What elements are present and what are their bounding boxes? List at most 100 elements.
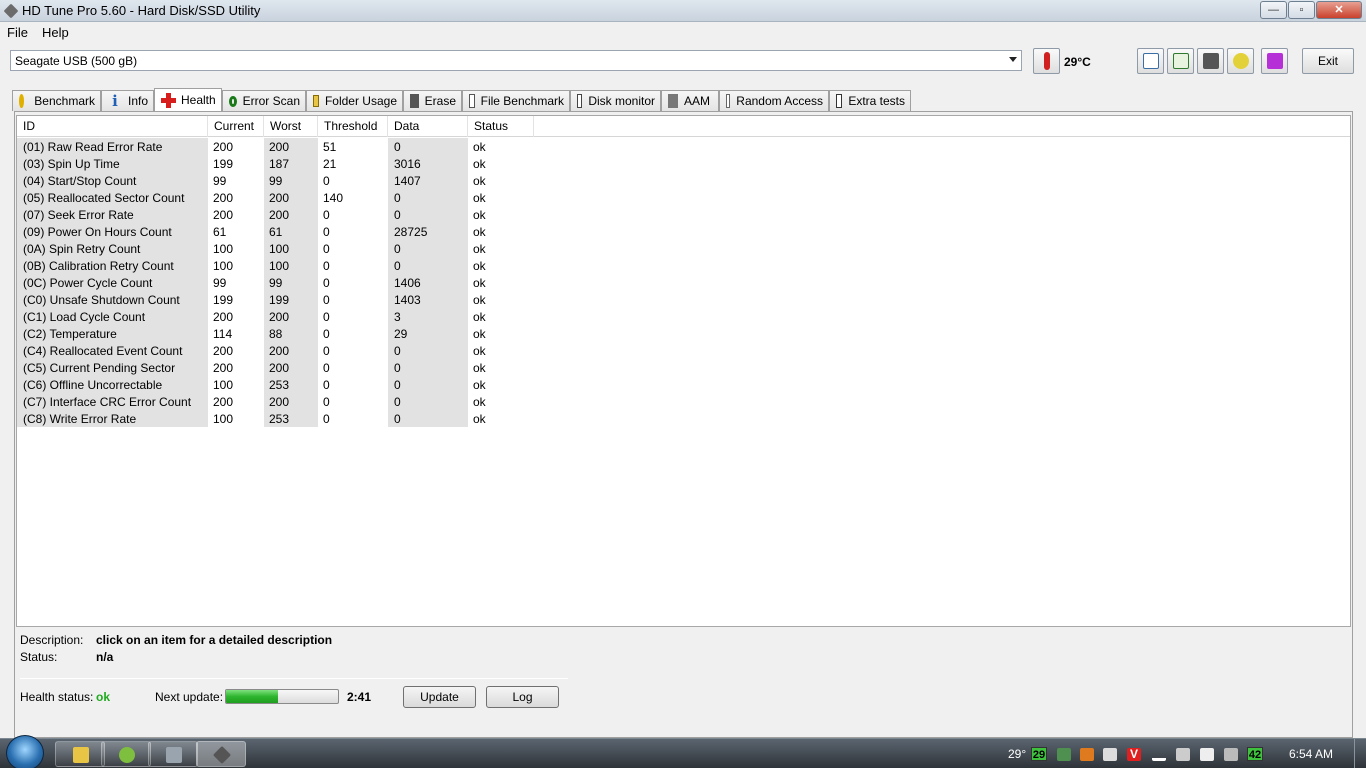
health-panel: ID Current Worst Threshold Data Status (… (14, 111, 1353, 738)
erase-bin-icon (410, 94, 419, 108)
thermometer-icon (1044, 52, 1050, 70)
tab-extra-tests[interactable]: Extra tests (829, 90, 911, 111)
close-button[interactable]: ✕ (1316, 1, 1362, 19)
cell-threshold: 0 (323, 361, 330, 375)
signal-icon[interactable] (1152, 748, 1166, 761)
table-row[interactable]: (C4) Reallocated Event Count 200 200 0 0 ok (17, 342, 617, 359)
app-icon (3, 3, 19, 19)
tab-info[interactable]: i Info (101, 90, 154, 111)
folder-icon (73, 747, 89, 763)
tab-benchmark[interactable]: Benchmark (12, 90, 101, 111)
cell-data: 0 (394, 395, 401, 409)
taskbar-printer[interactable] (148, 741, 198, 767)
col-header-worst[interactable]: Worst (264, 116, 318, 137)
tab-label: Disk monitor (588, 94, 655, 108)
cell-data: 3 (394, 310, 401, 324)
save-button[interactable] (1261, 48, 1288, 74)
tab-disk-monitor[interactable]: Disk monitor (570, 90, 661, 111)
table-row[interactable]: (C6) Offline Uncorrectable 100 253 0 0 ok (17, 376, 617, 393)
cell-id: (C0) Unsafe Shutdown Count (23, 293, 180, 307)
drive-select[interactable]: Seagate USB (500 gB) (10, 50, 1022, 71)
cell-id: (C2) Temperature (23, 327, 117, 341)
table-row[interactable]: (C2) Temperature 114 88 0 29 ok (17, 325, 617, 342)
save-download-icon (1267, 53, 1283, 69)
tab-label: Extra tests (848, 94, 905, 108)
table-row[interactable]: (0A) Spin Retry Count 100 100 0 0 ok (17, 240, 617, 257)
taskbar-media[interactable] (101, 741, 151, 767)
antivirus-icon[interactable]: V (1127, 748, 1141, 761)
cell-id: (0A) Spin Retry Count (23, 242, 141, 256)
tab-error-scan[interactable]: Error Scan (222, 90, 306, 111)
col-header-current[interactable]: Current (208, 116, 264, 137)
cell-id: (C5) Current Pending Sector (23, 361, 176, 375)
cell-threshold: 140 (323, 191, 344, 205)
cell-id: (C7) Interface CRC Error Count (23, 395, 192, 409)
table-row[interactable]: (03) Spin Up Time 199 187 21 3016 ok (17, 155, 617, 172)
col-header-id[interactable]: ID (17, 116, 208, 137)
update-button[interactable]: Update (403, 686, 476, 708)
screenshot-button[interactable] (1197, 48, 1224, 74)
cell-id: (04) Start/Stop Count (23, 174, 137, 188)
screenshot-camera-icon (1203, 53, 1219, 69)
cell-status: ok (473, 191, 486, 205)
show-desktop-button[interactable] (1354, 739, 1366, 768)
hdtune-icon (212, 745, 232, 765)
tab-aam[interactable]: AAM (661, 90, 719, 111)
maximize-button[interactable]: ▫ (1288, 1, 1315, 19)
disk-monitor-icon (577, 94, 583, 108)
col-header-data[interactable]: Data (388, 116, 468, 137)
taskbar-explorer[interactable] (55, 741, 105, 767)
flag-icon[interactable] (1200, 748, 1214, 761)
table-row[interactable]: (C5) Current Pending Sector 200 200 0 0 ok (17, 359, 617, 376)
minimize-button[interactable]: — (1260, 1, 1287, 19)
col-header-threshold[interactable]: Threshold (318, 116, 388, 137)
table-row[interactable]: (01) Raw Read Error Rate 200 200 51 0 ok (17, 138, 617, 155)
cell-worst: 100 (269, 242, 290, 256)
cell-id: (C8) Write Error Rate (23, 412, 137, 426)
cell-threshold: 0 (323, 225, 330, 239)
clock[interactable]: 6:54 AM (1289, 747, 1333, 761)
tab-file-benchmark[interactable]: File Benchmark (462, 90, 570, 111)
tab-erase[interactable]: Erase (403, 90, 462, 111)
copy-info-button[interactable] (1137, 48, 1164, 74)
col-header-status[interactable]: Status (468, 116, 534, 137)
taskbar-hdtune[interactable] (196, 741, 246, 767)
log-button[interactable]: Log (486, 686, 559, 708)
table-row[interactable]: (04) Start/Stop Count 99 99 0 1407 ok (17, 172, 617, 189)
table-row[interactable]: (C7) Interface CRC Error Count 200 200 0 0 ok (17, 393, 617, 410)
tab-folder-usage[interactable]: Folder Usage (306, 90, 403, 111)
options-icon (1233, 53, 1249, 69)
table-row[interactable]: (07) Seek Error Rate 200 200 0 0 ok (17, 206, 617, 223)
tray-hdd-temp[interactable]: 29 (1031, 747, 1047, 761)
menu-file[interactable]: File (7, 25, 28, 40)
table-row[interactable]: (C0) Unsafe Shutdown Count 199 199 0 1403 ok (17, 291, 617, 308)
temperature-button[interactable] (1033, 48, 1060, 74)
table-row[interactable]: (C8) Write Error Rate 100 253 0 0 ok (17, 410, 617, 427)
divider (20, 678, 568, 679)
exit-button[interactable]: Exit (1302, 48, 1354, 74)
cell-status: ok (473, 174, 486, 188)
cell-threshold: 0 (323, 395, 330, 409)
update-icon[interactable] (1080, 748, 1094, 761)
table-row[interactable]: (C1) Load Cycle Count 200 200 0 3 ok (17, 308, 617, 325)
power-plug-icon[interactable] (1103, 748, 1117, 761)
table-row[interactable]: (09) Power On Hours Count 61 61 0 28725 ok (17, 223, 617, 240)
copy-clipboard-icon (1173, 53, 1189, 69)
shield-icon[interactable] (1057, 748, 1071, 761)
start-button[interactable] (6, 735, 44, 768)
cell-id: (0B) Calibration Retry Count (23, 259, 174, 273)
tray-cpu-temp[interactable]: 42 (1247, 747, 1263, 761)
cell-status: ok (473, 412, 486, 426)
table-row[interactable]: (05) Reallocated Sector Count 200 200 140 0 o… (17, 189, 617, 206)
table-row[interactable]: (0B) Calibration Retry Count 100 100 0 0 ok (17, 257, 617, 274)
tab-random-access[interactable]: Random Access (719, 90, 829, 111)
network-icon[interactable] (1224, 748, 1238, 761)
tab-health[interactable]: Health (154, 88, 222, 111)
cell-data: 1403 (394, 293, 421, 307)
menu-help[interactable]: Help (42, 25, 69, 40)
options-button[interactable] (1227, 48, 1254, 74)
table-row[interactable]: (0C) Power Cycle Count 99 99 0 1406 ok (17, 274, 617, 291)
volume-icon[interactable] (1176, 748, 1190, 761)
taskbar: 29° 29 V 42 6:54 AM (0, 735, 1366, 768)
copy-clipboard-button[interactable] (1167, 48, 1194, 74)
